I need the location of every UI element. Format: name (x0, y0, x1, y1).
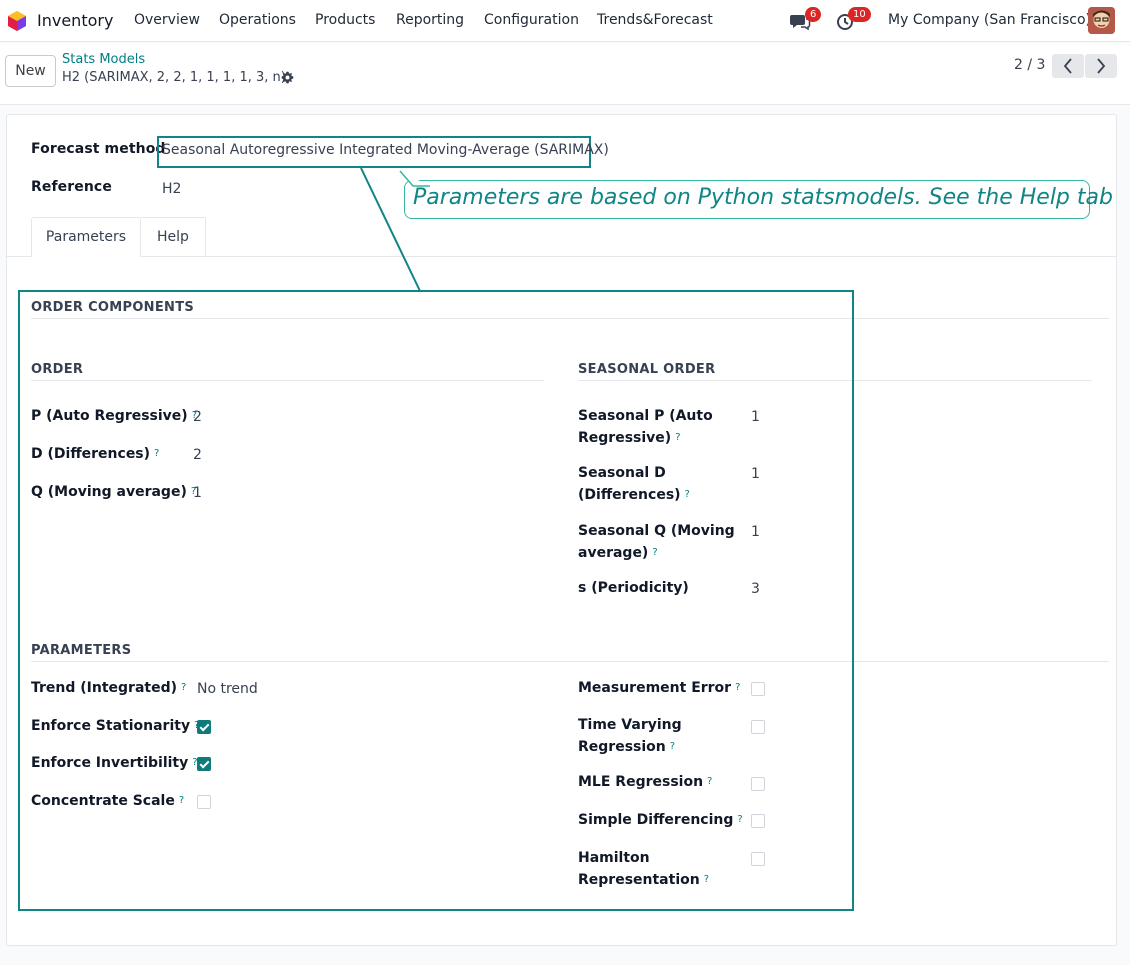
app-name[interactable]: Inventory (37, 11, 113, 30)
reference-label: Reference (31, 179, 112, 195)
breadcrumb-current: H2 (SARIMAX, 2, 2, 1, 1, 1, 1, 3, n) (62, 70, 286, 85)
forecast-method-field[interactable]: Seasonal Autoregressive Integrated Movin… (162, 142, 609, 158)
reference-field[interactable]: H2 (162, 181, 181, 197)
menu-products[interactable]: Products (315, 12, 375, 28)
gear-icon[interactable] (281, 71, 294, 84)
pager-next-button[interactable] (1085, 54, 1117, 78)
annotation-callout-text: Parameters are based on Python statsmode… (413, 185, 1113, 210)
new-button[interactable]: New (5, 55, 56, 87)
menu-reporting[interactable]: Reporting (396, 12, 464, 28)
menu-overview[interactable]: Overview (134, 12, 200, 28)
pager-value[interactable]: 2 / 3 (1014, 57, 1045, 73)
control-panel: New Stats Models H2 (SARIMAX, 2, 2, 1, 1… (0, 43, 1130, 105)
menu-operations[interactable]: Operations (219, 12, 296, 28)
breadcrumb-parent-link[interactable]: Stats Models (62, 52, 145, 67)
company-switcher[interactable]: My Company (San Francisco) (888, 12, 1091, 28)
chevron-right-icon (1097, 58, 1106, 74)
top-navbar: Inventory Overview Operations Products R… (0, 0, 1130, 42)
parameters-highlight-box (18, 290, 854, 911)
pager-previous-button[interactable] (1052, 54, 1084, 78)
forecast-method-label: Forecast method (31, 141, 166, 157)
menu-configuration[interactable]: Configuration (484, 12, 579, 28)
tab-help[interactable]: Help (141, 217, 206, 257)
chevron-left-icon (1063, 58, 1072, 74)
menu-trends-forecast[interactable]: Trends&Forecast (597, 12, 713, 28)
user-avatar[interactable] (1088, 7, 1115, 34)
tab-parameters[interactable]: Parameters (31, 217, 141, 257)
activities-count-badge: 10 (848, 7, 871, 22)
messages-count-badge: 6 (805, 7, 822, 22)
inventory-app-icon[interactable] (7, 10, 27, 32)
